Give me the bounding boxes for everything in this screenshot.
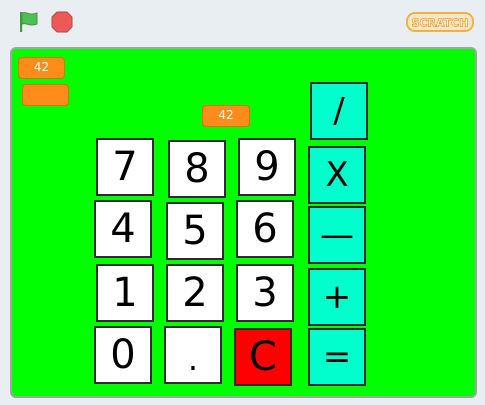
key-divide[interactable]: / <box>310 82 368 140</box>
key-decimal-point[interactable]: . <box>164 326 222 384</box>
key-1[interactable]: 1 <box>96 264 154 322</box>
result-display: 42 <box>202 105 250 127</box>
key-equals[interactable]: = <box>308 328 366 386</box>
stage[interactable]: 42 42 7 8 9 4 5 6 1 2 3 0 . C / X — + = <box>10 47 477 398</box>
variable-monitor-2 <box>22 84 69 106</box>
variable-monitor-1: 42 <box>18 57 65 79</box>
key-8[interactable]: 8 <box>168 140 226 198</box>
stage-toolbar: SCRATCH <box>0 0 485 44</box>
scratch-logo-text: SCRATCH <box>412 17 469 30</box>
key-6[interactable]: 6 <box>236 200 294 258</box>
scratch-logo[interactable]: SCRATCH <box>406 11 474 33</box>
key-9[interactable]: 9 <box>238 138 296 196</box>
key-7[interactable]: 7 <box>96 138 154 196</box>
key-4[interactable]: 4 <box>94 200 152 258</box>
key-0[interactable]: 0 <box>94 326 152 384</box>
key-5[interactable]: 5 <box>166 202 224 260</box>
key-multiply[interactable]: X <box>308 146 366 204</box>
stop-icon[interactable] <box>49 9 75 35</box>
key-clear[interactable]: C <box>234 328 292 386</box>
key-2[interactable]: 2 <box>166 264 224 322</box>
key-minus[interactable]: — <box>308 206 366 264</box>
key-plus[interactable]: + <box>308 268 366 326</box>
green-flag-icon[interactable] <box>16 9 42 35</box>
key-3[interactable]: 3 <box>236 264 294 322</box>
